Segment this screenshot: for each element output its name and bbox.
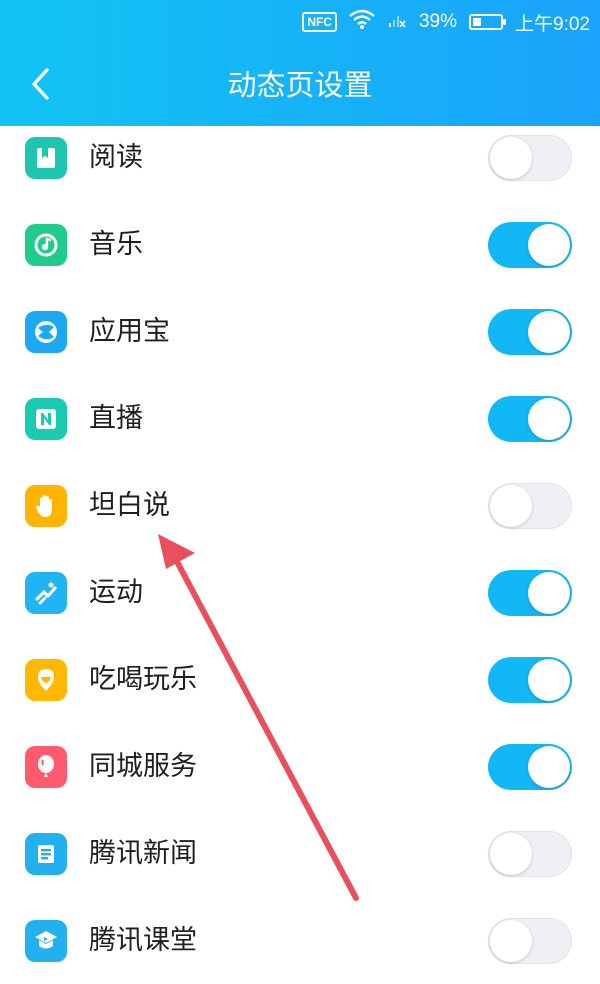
list-item-label: 腾讯课堂 <box>89 925 197 956</box>
toggle-switch[interactable] <box>488 657 572 703</box>
no-signal-icon <box>387 9 407 35</box>
list-item-label: 应用宝 <box>89 316 170 347</box>
list-item-label: 运动 <box>89 577 143 608</box>
list-item-label: 阅读 <box>89 142 143 173</box>
list-item: 同城服务 <box>0 723 600 810</box>
nfc-indicator: NFC <box>302 12 337 32</box>
toggle-knob <box>528 311 570 353</box>
toggle-switch[interactable] <box>488 396 572 442</box>
toggle-switch[interactable] <box>488 309 572 355</box>
list-item: 直播 <box>0 375 600 462</box>
list-item-label: 同城服务 <box>89 751 197 782</box>
toggle-switch[interactable] <box>488 222 572 268</box>
list-item: 腾讯新闻 <box>0 810 600 897</box>
classroom-icon <box>25 920 67 962</box>
header: NFC 39% 上午9:02 动态页设置 <box>0 0 600 126</box>
toggle-knob <box>490 485 532 527</box>
news-icon <box>25 833 67 875</box>
toggle-knob <box>490 833 532 875</box>
list-item-label: 腾讯新闻 <box>89 838 197 869</box>
food-icon <box>25 659 67 701</box>
toggle-switch[interactable] <box>488 483 572 529</box>
list-item-label: 坦白说 <box>89 490 170 521</box>
list-item-label: 吃喝玩乐 <box>89 664 197 695</box>
toggle-switch[interactable] <box>488 918 572 964</box>
list-item: 坦白说 <box>0 462 600 549</box>
toggle-switch[interactable] <box>488 831 572 877</box>
toggle-knob <box>528 572 570 614</box>
running-icon <box>25 572 67 614</box>
list-item: 腾讯课堂 <box>0 897 600 984</box>
list-item: 音乐 <box>0 201 600 288</box>
hand-icon <box>25 485 67 527</box>
book-icon <box>25 137 67 179</box>
back-button[interactable] <box>18 62 62 106</box>
battery-icon <box>469 14 507 30</box>
list-item: 吃喝玩乐 <box>0 636 600 723</box>
toggle-switch[interactable] <box>488 744 572 790</box>
toggle-knob <box>490 137 532 179</box>
balloon-icon <box>25 746 67 788</box>
list-item: 运动 <box>0 549 600 636</box>
toggle-knob <box>528 746 570 788</box>
clock: 上午9:02 <box>515 13 590 35</box>
wifi-icon <box>349 9 375 35</box>
battery-fill <box>473 18 481 26</box>
chevron-left-icon <box>32 68 49 100</box>
list-item: 应用宝 <box>0 288 600 375</box>
list-item-label: 音乐 <box>89 229 143 260</box>
settings-list: 阅读音乐应用宝直播坦白说运动吃喝玩乐同城服务腾讯新闻腾讯课堂 <box>0 114 600 984</box>
list-item-label: 直播 <box>89 403 143 434</box>
battery-percent: 39% <box>418 11 458 32</box>
list-item: 阅读 <box>0 114 600 201</box>
status-bar: NFC 39% 上午9:02 <box>0 0 600 44</box>
live-icon <box>25 398 67 440</box>
music-icon <box>25 224 67 266</box>
toggle-knob <box>528 224 570 266</box>
app-store-icon <box>25 311 67 353</box>
toggle-switch[interactable] <box>488 570 572 616</box>
toggle-knob <box>528 659 570 701</box>
toggle-knob <box>528 398 570 440</box>
toggle-switch[interactable] <box>488 135 572 181</box>
toggle-knob <box>490 920 532 962</box>
